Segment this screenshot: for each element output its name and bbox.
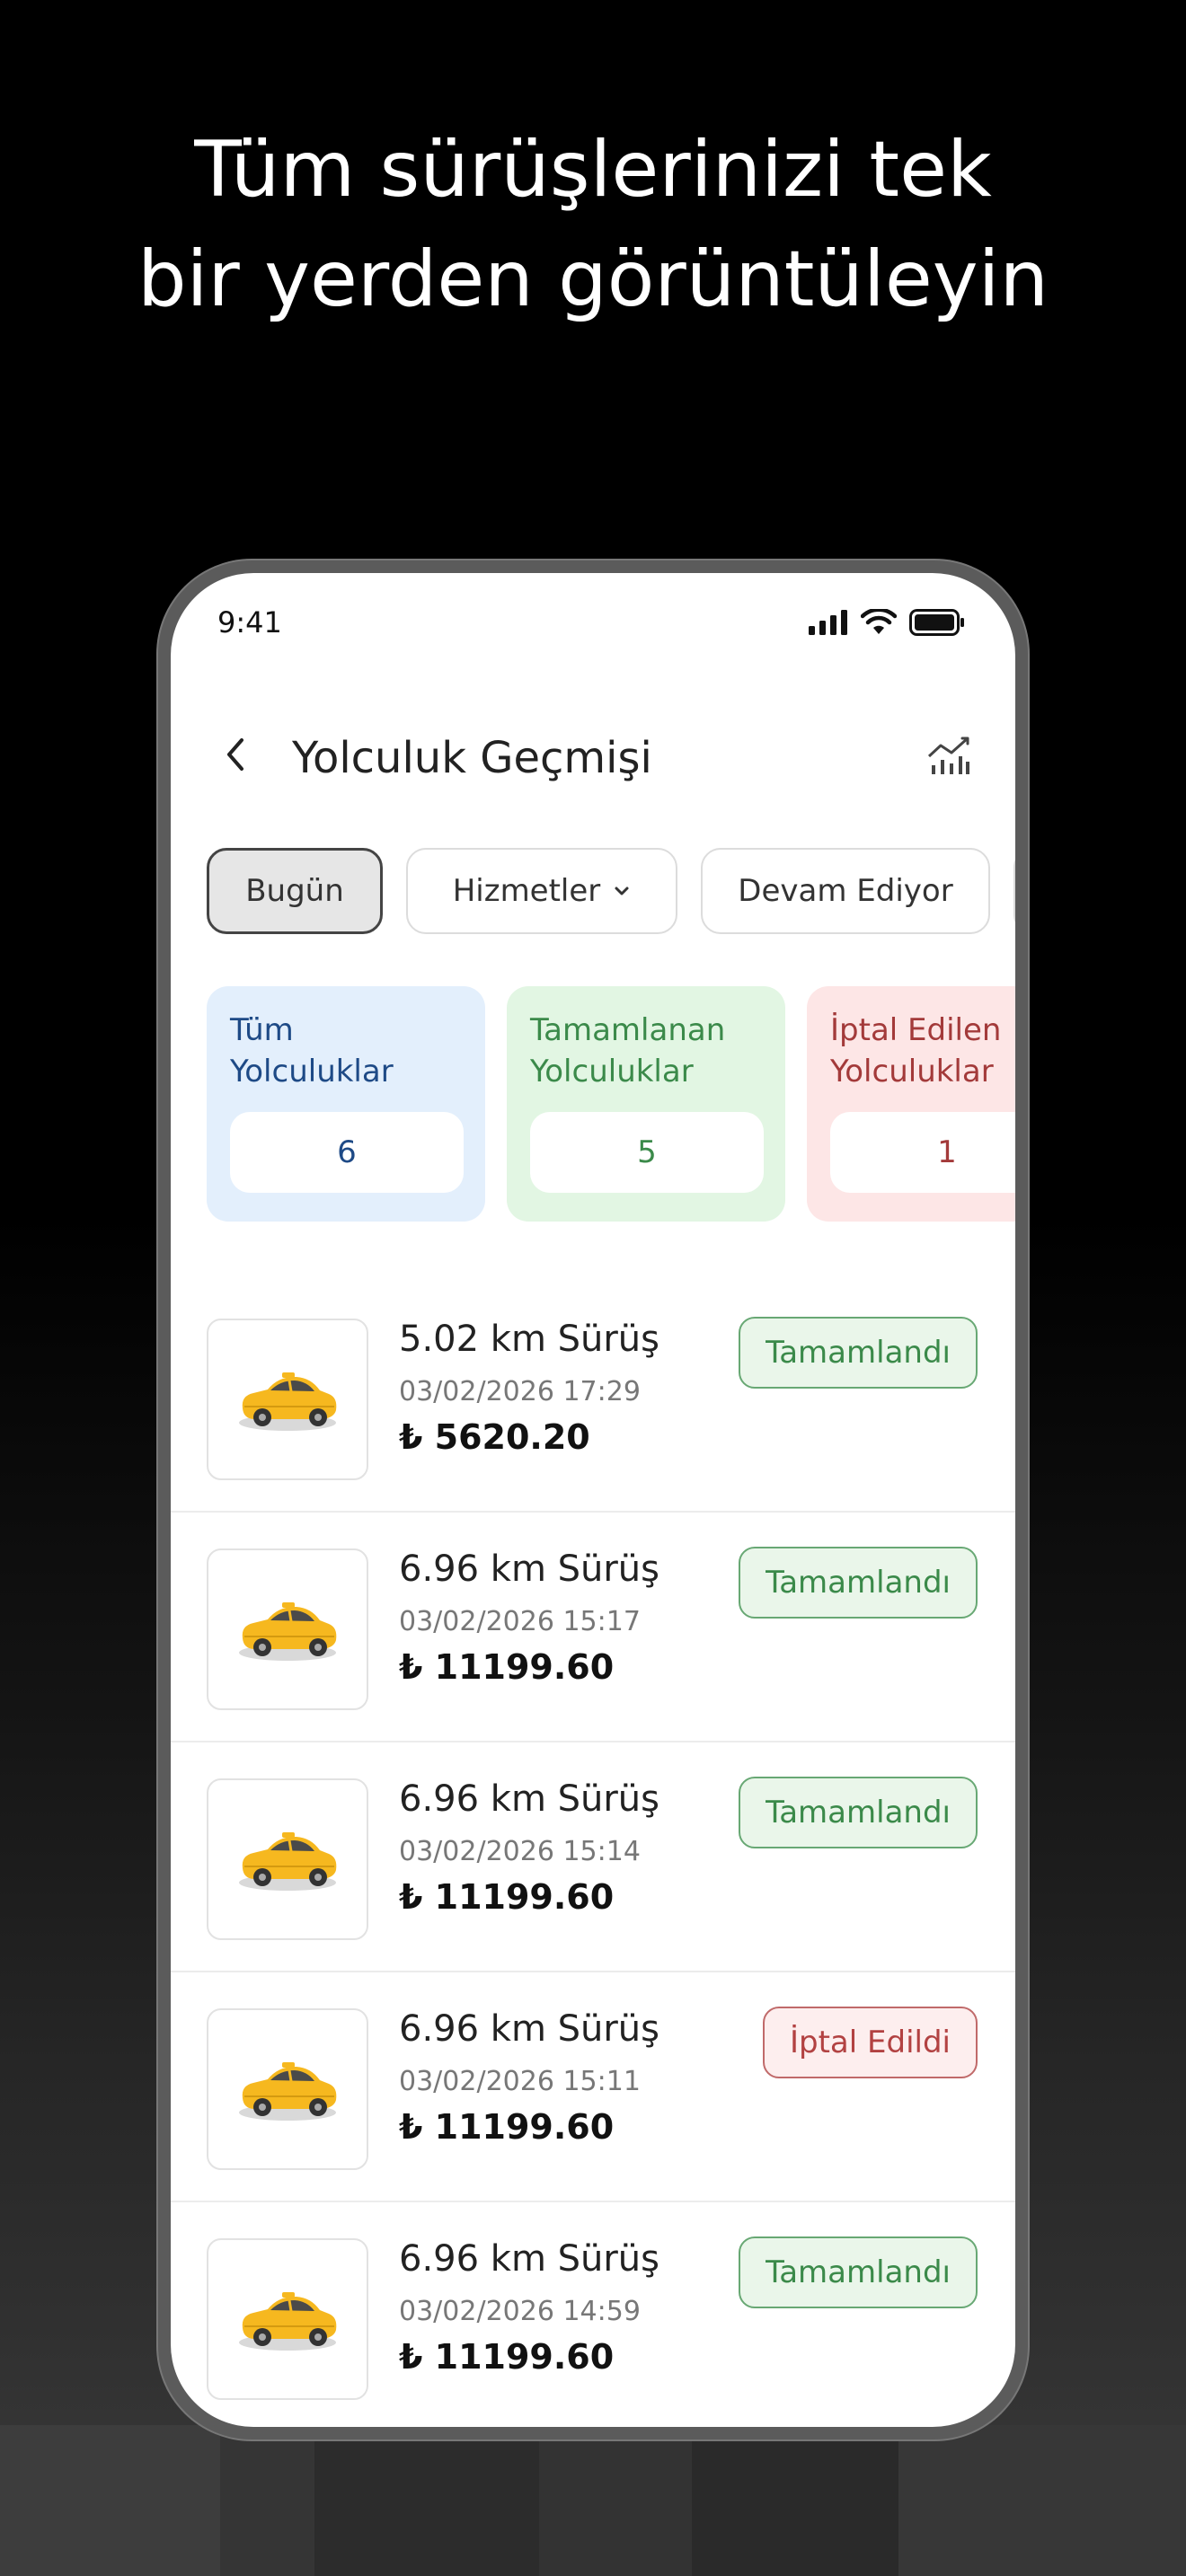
- taxi-icon: [239, 2292, 337, 2351]
- summary-card-completed[interactable]: Tamamlanan Yolculuklar 5: [507, 986, 785, 1222]
- ride-status-badge: Tamamlandı: [739, 2236, 978, 2308]
- ride-thumbnail: [207, 1319, 368, 1480]
- headline-line-2: bir yerden görüntüleyin: [137, 234, 1049, 324]
- summary-card-value: 6: [230, 1112, 464, 1193]
- ride-thumbnail: [207, 2008, 368, 2170]
- phone-frame: 9:41 Yolculuk Geçmişi Bugün Hizmetler De…: [158, 560, 1028, 2439]
- signal-icon: [809, 610, 847, 635]
- status-time: 9:41: [217, 605, 282, 640]
- ride-title: 6.96 km Sürüş: [399, 1778, 659, 1820]
- ride-date: 03/02/2026 15:14: [399, 1836, 641, 1867]
- chevron-left-icon: [227, 738, 243, 771]
- ride-list-item[interactable]: 6.96 km Sürüş 03/02/2026 15:14 ₺ 11199.6…: [171, 1742, 1015, 1972]
- filter-chip-services[interactable]: Hizmetler: [406, 848, 677, 934]
- summary-card-label: Tüm Yolculuklar: [230, 1012, 394, 1090]
- taxi-icon: [239, 1832, 337, 1891]
- ride-date: 03/02/2026 15:17: [399, 1606, 641, 1637]
- background-stripes: [0, 2425, 1186, 2576]
- ride-list-item[interactable]: 6.96 km Sürüş 03/02/2026 14:59 ₺ 11199.6…: [171, 2202, 1015, 2427]
- taxi-icon: [239, 1602, 337, 1661]
- ride-list-item[interactable]: 5.02 km Sürüş 03/02/2026 17:29 ₺ 5620.20…: [171, 1283, 1015, 1513]
- filter-chip-in-progress[interactable]: Devam Ediyor: [701, 848, 990, 934]
- filter-chip-label: Devam Ediyor: [738, 873, 953, 909]
- promo-stage: Tüm sürüşlerinizi tek bir yerden görüntü…: [0, 0, 1186, 2576]
- filter-chip-overflow[interactable]: [1013, 848, 1015, 934]
- page-title: Yolculuk Geçmişi: [292, 733, 652, 783]
- taxi-icon: [239, 2062, 337, 2121]
- ride-price: ₺ 11199.60: [399, 2337, 615, 2377]
- app-bar: Yolculuk Geçmişi: [171, 708, 1015, 798]
- ride-title: 6.96 km Sürüş: [399, 2008, 659, 2050]
- statistics-button[interactable]: [918, 724, 981, 787]
- chart-icon: [927, 737, 969, 774]
- filter-chip-label: Bugün: [245, 873, 344, 909]
- promo-headline: Tüm sürüşlerinizi tek bir yerden görüntü…: [0, 115, 1186, 334]
- ride-price: ₺ 11199.60: [399, 1647, 615, 1687]
- filter-chips: Bugün Hizmetler Devam Ediyor: [207, 848, 1015, 934]
- summary-card-value: 5: [530, 1112, 764, 1193]
- battery-icon: [909, 609, 964, 636]
- ride-date: 03/02/2026 15:11: [399, 2066, 641, 2097]
- ride-status-badge: İptal Edildi: [762, 2007, 978, 2078]
- headline-line-1: Tüm sürüşlerinizi tek: [194, 125, 992, 215]
- ride-thumbnail: [207, 1778, 368, 1940]
- ride-title: 6.96 km Sürüş: [399, 1548, 659, 1590]
- ride-title: 6.96 km Sürüş: [399, 2238, 659, 2280]
- ride-list-item[interactable]: 6.96 km Sürüş 03/02/2026 15:17 ₺ 11199.6…: [171, 1513, 1015, 1742]
- summary-card-label: Tamamlanan Yolculuklar: [530, 1012, 726, 1090]
- ride-thumbnail: [207, 1548, 368, 1710]
- ride-list: 5.02 km Sürüş 03/02/2026 17:29 ₺ 5620.20…: [171, 1283, 1015, 2427]
- ride-price: ₺ 11199.60: [399, 2107, 615, 2147]
- summary-card-label: İptal Edilen Yolculuklar: [830, 1012, 1002, 1090]
- filter-chip-today[interactable]: Bugün: [207, 848, 383, 934]
- ride-date: 03/02/2026 17:29: [399, 1376, 641, 1407]
- ride-status-badge: Tamamlandı: [739, 1317, 978, 1389]
- summary-card-cancelled[interactable]: İptal Edilen Yolculuklar 1: [807, 986, 1015, 1222]
- back-button[interactable]: [207, 726, 264, 783]
- chevron-down-icon: [615, 887, 629, 895]
- status-icons: [809, 609, 965, 636]
- ride-status-badge: Tamamlandı: [739, 1547, 978, 1619]
- ride-title: 5.02 km Sürüş: [399, 1319, 659, 1360]
- status-bar: 9:41: [171, 573, 1015, 654]
- wifi-icon: [861, 609, 897, 634]
- phone-screen: 9:41 Yolculuk Geçmişi Bugün Hizmetler De…: [171, 573, 1015, 2427]
- summary-card-value: 1: [830, 1112, 1015, 1193]
- ride-price: ₺ 5620.20: [399, 1417, 590, 1457]
- ride-status-badge: Tamamlandı: [739, 1777, 978, 1848]
- ride-price: ₺ 11199.60: [399, 1877, 615, 1917]
- ride-date: 03/02/2026 14:59: [399, 2296, 641, 2327]
- taxi-icon: [239, 1372, 337, 1431]
- summary-cards: Tüm Yolculuklar 6 Tamamlanan Yolculuklar…: [207, 986, 1015, 1222]
- ride-list-item[interactable]: 6.96 km Sürüş 03/02/2026 15:11 ₺ 11199.6…: [171, 1972, 1015, 2202]
- filter-chip-label: Hizmetler: [452, 873, 601, 909]
- summary-card-all[interactable]: Tüm Yolculuklar 6: [207, 986, 485, 1222]
- ride-thumbnail: [207, 2238, 368, 2400]
